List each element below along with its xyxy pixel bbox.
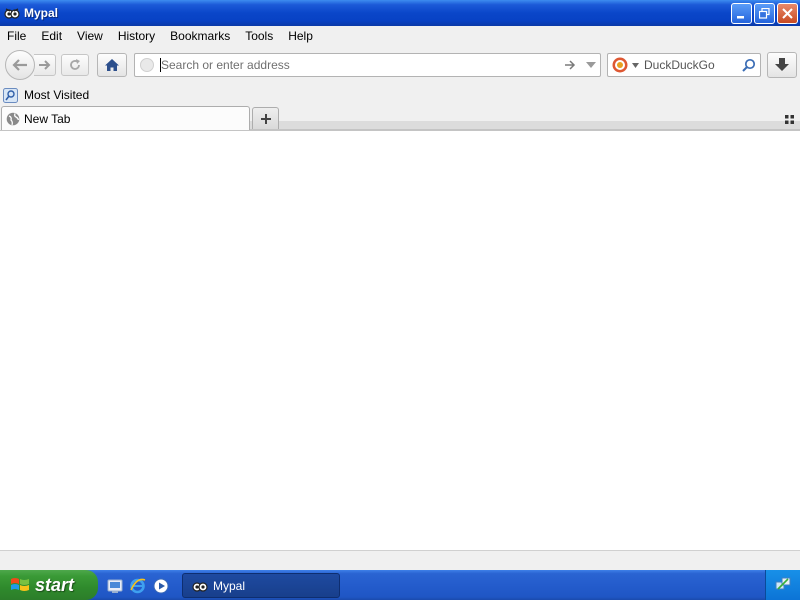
menu-help[interactable]: Help (281, 26, 321, 46)
media-player-icon[interactable] (152, 577, 169, 594)
restore-button[interactable] (754, 3, 775, 24)
search-input[interactable] (644, 57, 738, 73)
system-tray (765, 570, 800, 600)
mypal-icon (192, 578, 208, 594)
reload-icon (70, 59, 80, 70)
restore-icon (759, 8, 770, 19)
address-bar[interactable] (134, 53, 601, 77)
network-tray-icon[interactable] (775, 576, 791, 595)
taskbar-item-label: Mypal (213, 578, 246, 593)
window-title: Mypal (24, 6, 59, 20)
home-icon (105, 59, 119, 71)
most-visited-icon (3, 87, 18, 103)
menu-tools[interactable]: Tools (238, 26, 281, 46)
back-button[interactable] (5, 50, 35, 80)
menu-bar: File Edit View History Bookmarks Tools H… (0, 26, 800, 46)
all-tabs-button[interactable] (782, 112, 796, 126)
page-content[interactable] (0, 130, 800, 550)
internet-explorer-icon[interactable] (129, 577, 146, 594)
plus-icon (260, 113, 271, 124)
tab-new-tab[interactable]: New Tab (1, 106, 250, 130)
arrow-left-icon (12, 59, 27, 71)
start-button[interactable]: start (0, 570, 98, 600)
search-bar[interactable] (607, 53, 761, 77)
bookmark-most-visited[interactable]: Most Visited (3, 87, 90, 103)
menu-edit[interactable]: Edit (34, 26, 70, 46)
taskbar-item-mypal[interactable]: Mypal (182, 573, 340, 598)
menu-bookmarks[interactable]: Bookmarks (163, 26, 238, 46)
close-icon (782, 8, 793, 19)
tab-strip-divider (250, 121, 800, 130)
menu-file[interactable]: File (0, 26, 34, 46)
arrow-right-icon (38, 60, 50, 70)
windows-logo-icon (10, 575, 30, 595)
taskbar: start Mypal (0, 570, 800, 600)
go-arrow-icon[interactable] (563, 57, 577, 73)
history-dropdown-icon[interactable] (585, 57, 597, 73)
quick-launch (106, 577, 169, 594)
search-engine-dropdown-icon[interactable] (631, 58, 639, 72)
minimize-button[interactable] (731, 3, 752, 24)
bookmarks-toolbar: Most Visited (0, 84, 800, 106)
navigation-toolbar (0, 46, 800, 84)
menu-view[interactable]: View (70, 26, 111, 46)
grid-icon (784, 114, 794, 124)
reload-button[interactable] (61, 54, 89, 76)
close-button[interactable] (777, 3, 798, 24)
address-input[interactable] (161, 57, 541, 73)
minimize-icon (737, 16, 744, 19)
status-bar (0, 550, 800, 570)
tab-strip: New Tab (0, 106, 800, 130)
downloads-button[interactable] (767, 52, 797, 78)
tab-label: New Tab (24, 111, 71, 126)
menu-history[interactable]: History (111, 26, 163, 46)
forward-button[interactable] (34, 54, 56, 76)
start-label: start (35, 574, 75, 595)
show-desktop-icon[interactable] (106, 577, 123, 594)
home-button[interactable] (97, 53, 127, 77)
bookmark-label: Most Visited (24, 88, 90, 102)
mypal-icon (4, 5, 20, 21)
download-icon (775, 58, 789, 71)
globe-icon (6, 112, 20, 126)
duckduckgo-icon[interactable] (612, 57, 628, 73)
search-icon[interactable] (741, 57, 757, 73)
title-bar[interactable]: Mypal (0, 0, 800, 26)
new-tab-button[interactable] (252, 107, 279, 129)
site-identity-icon[interactable] (140, 58, 154, 72)
